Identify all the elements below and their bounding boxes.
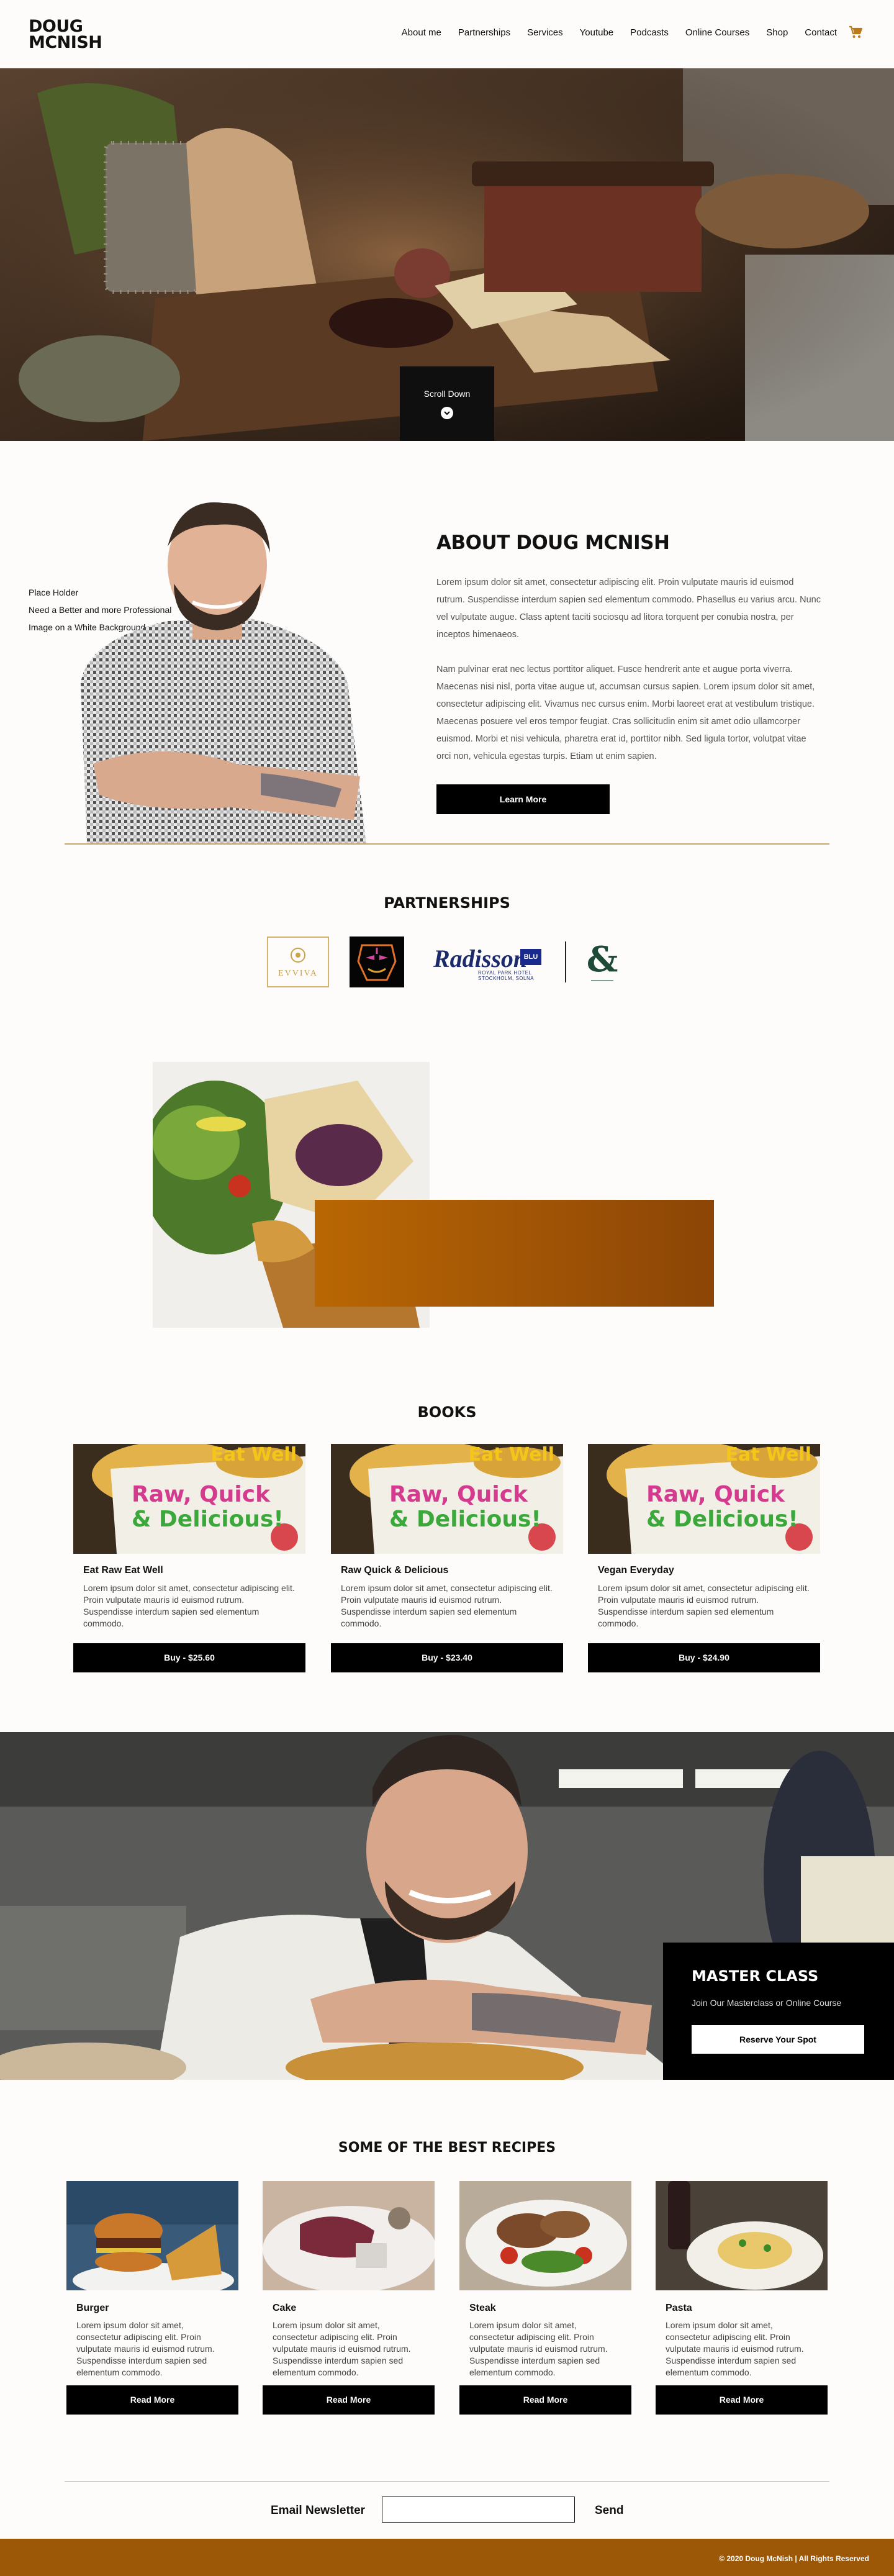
cover-line-2: & Delicious! <box>646 1507 798 1532</box>
recipe-image-burger[interactable] <box>66 2181 238 2290</box>
nav-contact[interactable]: Contact <box>805 27 837 38</box>
books-title: BOOKS <box>417 1404 477 1421</box>
read-more-button[interactable]: Read More <box>656 2385 828 2415</box>
recipe-card: Cake Lorem ipsum dolor sit amet, consect… <box>263 2181 435 2415</box>
recipe-card: Steak Lorem ipsum dolor sit amet, consec… <box>459 2181 631 2415</box>
cover-line-2: & Delicious! <box>132 1507 284 1532</box>
about-paragraph-1: Lorem ipsum dolor sit amet, consectetur … <box>436 578 821 640</box>
recipe-card: Pasta Lorem ipsum dolor sit amet, consec… <box>656 2181 828 2415</box>
cover-line-2: & Delicious! <box>389 1507 541 1532</box>
buy-button[interactable]: Buy - $25.60 <box>73 1643 305 1672</box>
nav-shop[interactable]: Shop <box>766 27 788 38</box>
partner-logo-evviva[interactable]: EVVIVA <box>267 937 329 987</box>
cover-line-1: Raw, Quick <box>132 1482 271 1507</box>
buy-button[interactable]: Buy - $24.90 <box>588 1643 820 1672</box>
newsletter-email-input[interactable] <box>382 2497 575 2523</box>
recipe-image-pasta[interactable] <box>656 2181 828 2290</box>
nav-podcasts[interactable]: Podcasts <box>630 27 669 38</box>
buy-button[interactable]: Buy - $23.40 <box>331 1643 563 1672</box>
recipe-description: Lorem ipsum dolor sit amet, consectetur … <box>666 2320 804 2377</box>
site-header: DOUG MCNISH About me Partnerships Servic… <box>0 0 894 68</box>
section-divider <box>65 843 829 845</box>
book-description: Lorem ipsum dolor sit amet, consectetur … <box>598 1583 810 1628</box>
copyright-text: © 2020 Doug McNish | All Rights Reserved <box>719 2554 869 2563</box>
nav-services[interactable]: Services <box>527 27 563 38</box>
site-footer: © 2020 Doug McNish | All Rights Reserved <box>0 2539 894 2576</box>
book-cover[interactable]: Eat Well Raw, Quick & Delicious! <box>331 1444 563 1554</box>
cart-icon[interactable] <box>848 25 863 40</box>
partner-logo-radisson[interactable]: Radisson BLU ROYAL PARK HOTEL STOCKHOLM,… <box>433 943 543 982</box>
newsletter-label: Email Newsletter <box>271 2504 366 2517</box>
featured-color-block <box>315 1200 714 1307</box>
main-nav: About me Partnerships Services Youtube P… <box>385 27 837 38</box>
svg-text:&: & <box>587 939 618 980</box>
learn-more-button[interactable]: Learn More <box>436 784 610 814</box>
book-card: Eat Well Raw, Quick & Delicious! Eat Raw… <box>73 1444 305 1672</box>
about-title: ABOUT DOUG MCNISH <box>436 532 670 554</box>
recipe-image-steak[interactable] <box>459 2181 631 2290</box>
cover-subtitle: Raw, Quick & Delicious! <box>646 1482 798 1532</box>
recipe-card: Burger Lorem ipsum dolor sit amet, conse… <box>66 2181 238 2415</box>
cover-line-1: Raw, Quick <box>646 1482 785 1507</box>
recipe-description: Lorem ipsum dolor sit amet, consectetur … <box>273 2320 411 2377</box>
chef-portrait <box>81 502 366 845</box>
recipe-image-cake[interactable] <box>263 2181 435 2290</box>
book-card: Eat Well Raw, Quick & Delicious! Vegan E… <box>588 1444 820 1672</box>
scroll-down-box[interactable]: Scroll Down <box>400 366 494 441</box>
chevron-down-icon[interactable] <box>441 407 453 419</box>
nav-about-me[interactable]: About me <box>402 27 441 38</box>
read-more-button[interactable]: Read More <box>66 2385 238 2415</box>
nav-youtube[interactable]: Youtube <box>580 27 614 38</box>
logo-line-2: MCNISH <box>29 33 102 52</box>
master-class-box: MASTER CLASS Join Our Masterclass or Onl… <box>663 1943 894 2080</box>
evviva-wordmark: EVVIVA <box>278 969 318 978</box>
partner-logo-mask[interactable] <box>350 937 404 987</box>
radisson-sub-1: ROYAL PARK HOTEL <box>478 970 532 976</box>
recipe-description: Lorem ipsum dolor sit amet, consectetur … <box>76 2320 215 2377</box>
cover-subtitle: Raw, Quick & Delicious! <box>132 1482 284 1532</box>
book-description: Lorem ipsum dolor sit amet, consectetur … <box>341 1583 553 1628</box>
site-logo[interactable]: DOUG MCNISH <box>29 18 122 52</box>
newsletter-divider <box>65 2481 829 2482</box>
nav-partnerships[interactable]: Partnerships <box>458 27 510 38</box>
newsletter-send-button[interactable]: Send <box>595 2504 623 2518</box>
book-title: Raw Quick & Delicious <box>341 1565 449 1576</box>
recipe-title: Pasta <box>666 2303 692 2313</box>
recipes-title: SOME OF THE BEST RECIPES <box>338 2140 556 2156</box>
book-cover[interactable]: Eat Well Raw, Quick & Delicious! <box>73 1444 305 1554</box>
cover-title: Eat Well <box>210 1444 297 1466</box>
partner-logo-ampersand[interactable]: & <box>584 937 621 987</box>
master-class-subtitle: Join Our Masterclass or Online Course <box>692 1998 842 2008</box>
scroll-down-label: Scroll Down <box>423 389 471 399</box>
cover-line-1: Raw, Quick <box>389 1482 528 1507</box>
recipe-title: Burger <box>76 2303 109 2313</box>
recipe-title: Steak <box>469 2303 496 2313</box>
reserve-spot-button[interactable]: Reserve Your Spot <box>692 2025 864 2054</box>
master-class-title: MASTER CLASS <box>692 1967 819 1985</box>
book-cover[interactable]: Eat Well Raw, Quick & Delicious! <box>588 1444 820 1554</box>
radisson-sub-2: STOCKHOLM, SOLNA <box>478 976 535 981</box>
nav-online-courses[interactable]: Online Courses <box>685 27 749 38</box>
logo-divider <box>565 941 566 982</box>
cover-subtitle: Raw, Quick & Delicious! <box>389 1482 541 1532</box>
partnerships-title: PARTNERSHIPS <box>384 894 510 912</box>
read-more-button[interactable]: Read More <box>263 2385 435 2415</box>
book-title: Vegan Everyday <box>598 1565 674 1576</box>
book-card: Eat Well Raw, Quick & Delicious! Raw Qui… <box>331 1444 563 1672</box>
radisson-wordmark: Radisson <box>433 945 528 973</box>
book-title: Eat Raw Eat Well <box>83 1565 163 1576</box>
about-paragraph-2: Nam pulvinar erat nec lectus porttitor a… <box>436 664 815 761</box>
recipe-title: Cake <box>273 2303 297 2313</box>
book-description: Lorem ipsum dolor sit amet, consectetur … <box>83 1583 295 1628</box>
recipe-description: Lorem ipsum dolor sit amet, consectetur … <box>469 2320 608 2377</box>
radisson-blu-badge: BLU <box>520 949 541 965</box>
read-more-button[interactable]: Read More <box>459 2385 631 2415</box>
cover-title: Eat Well <box>468 1444 554 1466</box>
cover-title: Eat Well <box>725 1444 811 1466</box>
